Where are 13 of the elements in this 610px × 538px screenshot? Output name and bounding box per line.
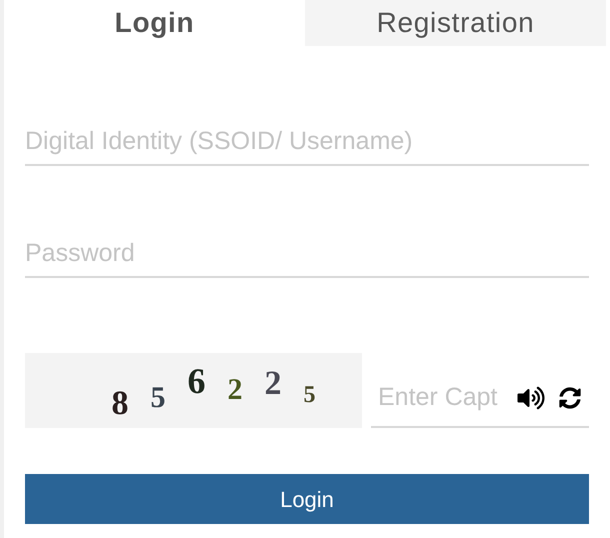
captcha-digit: 2 [264, 367, 282, 401]
refresh-icon[interactable] [559, 387, 581, 409]
captcha-digit: 5 [304, 383, 316, 407]
captcha-digit: 8 [112, 387, 128, 421]
input-field[interactable]: Password [25, 230, 589, 278]
tab[interactable]: Registration [305, 0, 606, 46]
input-field[interactable]: Digital Identity (SSOID/ Username) [25, 118, 589, 166]
login-button[interactable]: Login [25, 474, 589, 524]
captcha-field[interactable]: Enter Capt [371, 368, 589, 428]
speaker-icon[interactable] [517, 386, 545, 410]
captcha-digit: 6 [188, 363, 206, 399]
captcha-digit: 2 [228, 375, 242, 405]
captcha-digit: 5 [150, 383, 166, 413]
